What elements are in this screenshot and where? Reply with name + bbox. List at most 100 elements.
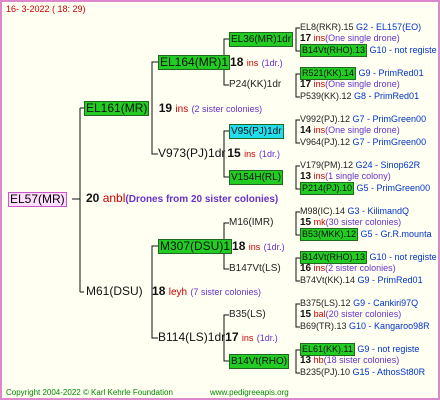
g4-name-15: EL61(KK).11 xyxy=(300,343,355,356)
footer-site-link[interactable]: www.pedigreeapis.org xyxy=(210,386,289,399)
g4-ref-3[interactable]: G9 - PrimRed01 xyxy=(359,68,424,78)
g4-ref-12[interactable]: G9 - PrimRed01 xyxy=(358,275,423,285)
g3-name-3: V95(PJ)1dr xyxy=(229,124,284,139)
g1-queen-1: EL161(MR) 19 ins (2 sister colonies) xyxy=(84,101,262,116)
g4-name-4: P539(KK).12 xyxy=(300,91,352,101)
g3-name-2: P24(KK)1dr xyxy=(229,79,282,90)
g4-entry-6: V964(PJ).12 G7 - PrimGreen00 xyxy=(300,136,426,149)
g4-ref-2[interactable]: G10 - not registe xyxy=(370,45,437,55)
g3-num-6: 16 xyxy=(300,263,312,274)
g4-entry-7: V179(PM).12 G24 - Sinop62R xyxy=(300,159,420,172)
g4-ref-8[interactable]: G5 - PrimGreen00 xyxy=(357,183,431,193)
g3-ins-1: ins xyxy=(313,33,326,43)
g4-ref-13[interactable]: G9 - Cankiri97Q xyxy=(353,298,418,308)
g2-ins-1: ins xyxy=(246,58,259,68)
g2-note-2: (1dr.) xyxy=(258,149,280,159)
g4-entry-10: B53(MKK).12 G5 - Gr.R.mounta xyxy=(300,228,432,241)
g3-ins-6: ins xyxy=(313,263,326,273)
g4-name-16: B235(PJ).10 xyxy=(300,367,351,377)
g2-num-4: 17 xyxy=(225,330,239,344)
g3-note-3: (One single drone) xyxy=(325,125,400,135)
g4-ref-9[interactable]: G3 - KilimandQ xyxy=(348,206,410,216)
g2-note-1: (1dr.) xyxy=(261,58,283,68)
g4-entry-16: B235(PJ).10 G15 - AthosSt80R xyxy=(300,366,425,379)
g4-name-12: B74Vt(KK).14 xyxy=(300,275,356,285)
g4-entry-2: B14Vt(RHO).13 G10 - not registe xyxy=(300,44,437,57)
g1-note-2: (7 sister colonies) xyxy=(190,287,261,297)
g4-ref-7[interactable]: G24 - Sinop62R xyxy=(356,160,421,170)
g4-name-10: B53(MKK).12 xyxy=(300,228,359,241)
g3-ins-2: ins xyxy=(313,79,326,89)
g1-name-2: M61(DSU) xyxy=(86,284,143,298)
g3-num-1: 17 xyxy=(300,33,312,44)
g4-ref-1[interactable]: G2 - EL157(EO) xyxy=(356,22,421,32)
g2-name-1: EL164(MR)1 xyxy=(158,55,231,70)
g2-num-3: 18 xyxy=(232,239,246,253)
g2-queen-1: EL164(MR)1 18 ins (1dr.) xyxy=(158,55,283,70)
g2-ins-2: ins xyxy=(244,149,256,159)
g2-queen-3: M307(DSU)1 18 ins (1dr.) xyxy=(158,239,285,254)
g4-name-8: P214(PJ).10 xyxy=(300,182,355,195)
g4-name-6: V964(PJ).12 xyxy=(300,137,351,147)
g3-name-7: B35(LS) xyxy=(229,309,266,320)
g3-queen-8: B14Vt(RHO) xyxy=(229,354,290,369)
g3-num-3: 14 xyxy=(300,125,312,136)
g3-ins-7: bal xyxy=(313,309,326,319)
g4-ref-10[interactable]: G5 - Gr.R.mounta xyxy=(361,229,432,239)
g1-num-1: 19 xyxy=(158,101,173,115)
g3-queen-4: V154H(RL) xyxy=(229,170,284,185)
g1-num-2: 18 xyxy=(152,284,166,298)
g4-entry-8: P214(PJ).10 G5 - PrimGreen00 xyxy=(300,182,430,195)
g4-ref-6[interactable]: G7 - PrimGreen00 xyxy=(353,137,427,147)
g4-entry-5: V992(PJ).12 G7 - PrimGreen00 xyxy=(300,113,426,126)
g3-note-6: (2 sister colonies) xyxy=(325,263,396,273)
g4-entry-4: P539(KK).12 G8 - PrimRed01 xyxy=(300,90,419,103)
g4-entry-14: B69(TR).13 G10 - Kangaroo98R xyxy=(300,320,430,333)
g1-ins-1: ins xyxy=(175,104,189,115)
g1-ins-2: leyh xyxy=(168,287,188,298)
g1-note-1: (2 sister colonies) xyxy=(191,104,263,114)
g2-note-3: (1dr.) xyxy=(263,242,285,252)
g3-num-2: 17 xyxy=(300,79,312,90)
g3-note-8: (18 sister colonies) xyxy=(323,355,400,365)
g2-queen-2: V973(PJ)1dr 15 ins (1dr.) xyxy=(158,147,280,161)
g3-name-4: V154H(RL) xyxy=(229,170,284,185)
g2-note-4: (1dr.) xyxy=(256,333,278,343)
g4-name-5: V992(PJ).12 xyxy=(300,114,351,124)
g3-queen-2: P24(KK)1dr xyxy=(229,78,281,91)
g3-note-7: (20 sister colonies) xyxy=(325,309,402,319)
g3-queen-3: V95(PJ)1dr xyxy=(229,124,284,139)
root-queen: EL57(MR) xyxy=(8,192,67,207)
g4-name-2: B14Vt(RHO).13 xyxy=(300,44,368,57)
g3-note-2: (One single drone) xyxy=(325,79,400,89)
g3-queen-1: EL36(MR)1dr xyxy=(229,32,294,47)
report-date: 16- 3-2022 ( 18: 29) xyxy=(6,4,86,14)
g4-ref-5[interactable]: G7 - PrimGreen00 xyxy=(353,114,427,124)
g4-name-9: M98(IC).14 xyxy=(300,206,346,216)
g4-entry-12: B74Vt(KK).14 G9 - PrimRed01 xyxy=(300,274,423,287)
g4-entry-3: R521(KK).14 G9 - PrimRed01 xyxy=(300,67,424,80)
g3-name-1: EL36(MR)1dr xyxy=(229,32,294,47)
g4-ref-14[interactable]: G10 - Kangaroo98R xyxy=(349,321,430,331)
g4-ref-15[interactable]: G9 - not registe xyxy=(357,344,419,354)
g1-name-1: EL161(MR) xyxy=(84,101,150,116)
g4-name-7: V179(PM).12 xyxy=(300,160,354,170)
g3-name-8: B14Vt(RHO) xyxy=(229,354,290,369)
g4-name-13: B375(LS).12 xyxy=(300,298,351,308)
g3-name-6: B147Vt(LS) xyxy=(229,263,281,274)
g4-entry-1: EL8(RKR).15 G2 - EL157(EO) xyxy=(300,21,421,34)
g3-ins-4: ins xyxy=(313,171,326,181)
g4-ref-16[interactable]: G15 - AthosSt80R xyxy=(353,367,426,377)
g3-num-8: 13 xyxy=(300,355,312,366)
g3-queen-7: B35(LS) xyxy=(229,308,266,321)
g4-ref-11[interactable]: G10 - not registe xyxy=(370,252,437,262)
g3-queen-5: M16(IMR) xyxy=(229,216,273,229)
g2-name-4: B114(LS)1dr xyxy=(158,330,226,344)
g2-ins-3: ins xyxy=(248,242,261,252)
g2-name-2: V973(PJ)1dr xyxy=(158,146,226,160)
root-queen-name: EL57(MR) xyxy=(8,192,67,207)
g3-note-5: (30 sister colonies) xyxy=(325,217,402,227)
g4-ref-4[interactable]: G8 - PrimRed01 xyxy=(354,91,419,101)
g1-queen-2: M61(DSU) 18 leyh (7 sister colonies) xyxy=(86,285,261,299)
g4-entry-9: M98(IC).14 G3 - KilimandQ xyxy=(300,205,409,218)
